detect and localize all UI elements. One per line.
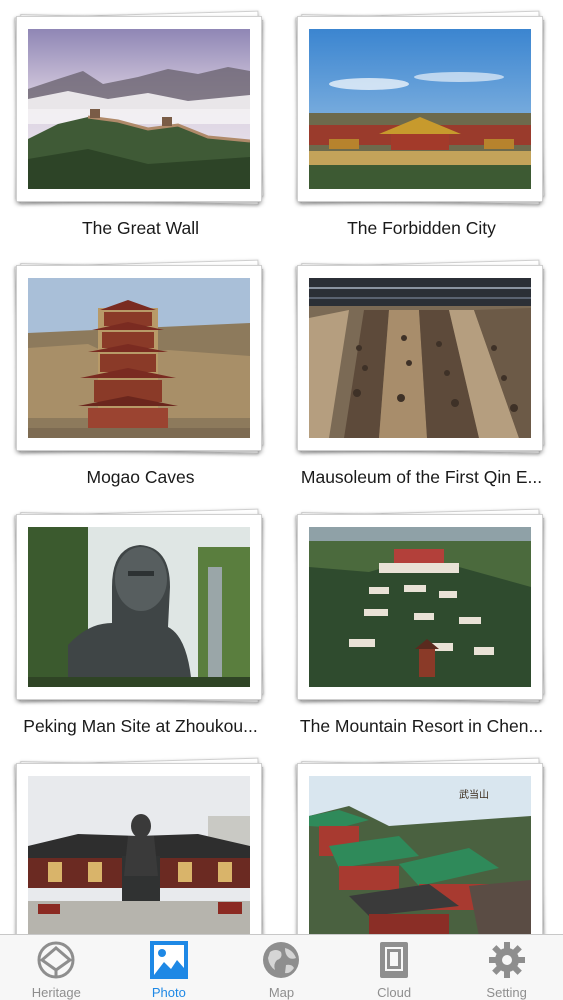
tab-heritage[interactable]: Heritage (0, 935, 113, 1000)
globe-icon (259, 938, 303, 981)
tab-photo[interactable]: Photo (113, 935, 226, 1000)
gallery-caption: Mogao Caves (86, 467, 195, 487)
photo-frame (295, 10, 545, 205)
gallery-item-wudang-mountains[interactable]: 武当山 (281, 747, 562, 934)
photo-frame (14, 259, 264, 454)
tab-label: Photo (151, 985, 186, 1000)
photo-grid: The Great Wall The Forbidden City Mogao … (0, 0, 563, 934)
photo-frame (295, 508, 545, 703)
gallery-caption: The Mountain Resort in Chen... (299, 716, 544, 736)
gallery-caption: The Great Wall (81, 218, 200, 238)
tab-bar: Heritage Photo Map Cloud Setting (0, 934, 563, 1000)
terracotta-army-photo (309, 278, 531, 438)
tab-map[interactable]: Map (225, 935, 338, 1000)
photo-frame (14, 10, 264, 205)
tab-cloud[interactable]: Cloud (338, 935, 451, 1000)
tab-label: Heritage (31, 985, 81, 1000)
gallery-item-forbidden-city[interactable]: The Forbidden City (281, 0, 562, 248)
mountain-resort-photo (309, 527, 531, 687)
photo-frame: 武当山 (295, 757, 545, 934)
gallery-item-peking-man[interactable]: Peking Man Site at Zhoukou... (0, 498, 281, 746)
gallery-item-qin-mausoleum[interactable]: Mausoleum of the First Qin E... (281, 249, 562, 497)
tab-label: Map (268, 985, 295, 1000)
forbidden-city-photo (309, 29, 531, 189)
tab-setting[interactable]: Setting (450, 935, 563, 1000)
gallery-item-mogao-caves[interactable]: Mogao Caves (0, 249, 281, 497)
gallery-caption: Mausoleum of the First Qin E... (300, 467, 543, 487)
gallery-item-great-wall[interactable]: The Great Wall (0, 0, 281, 248)
confucius-temple-photo (28, 776, 250, 934)
mogao-caves-photo (28, 278, 250, 438)
heritage-icon (34, 938, 78, 981)
cloud-icon (372, 938, 416, 981)
tab-label: Setting (486, 985, 527, 1000)
gallery-caption: The Forbidden City (347, 218, 496, 238)
photo-frame (295, 259, 545, 454)
gallery-item-confucius-temple[interactable] (0, 747, 281, 934)
gear-icon (485, 938, 529, 981)
photo-watermark: 武当山 (459, 790, 489, 801)
photo-frame (14, 757, 264, 934)
wudang-mountains-photo: 武当山 (309, 776, 531, 934)
peking-man-photo (28, 527, 250, 687)
gallery-caption: Peking Man Site at Zhoukou... (23, 716, 258, 736)
great-wall-photo (28, 29, 250, 189)
photo-frame (14, 508, 264, 703)
gallery-item-mountain-resort[interactable]: The Mountain Resort in Chen... (281, 498, 562, 746)
tab-label: Cloud (377, 985, 412, 1000)
photo-icon (147, 938, 191, 981)
